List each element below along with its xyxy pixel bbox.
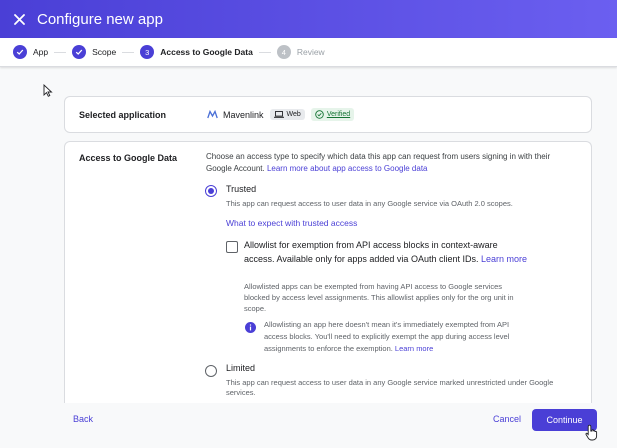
step-divider xyxy=(54,51,67,53)
allowlist-checkbox[interactable] xyxy=(226,241,238,253)
step-app[interactable]: App xyxy=(13,45,48,59)
header-bar: Configure new app xyxy=(0,0,617,38)
check-icon xyxy=(13,45,27,59)
trusted-label: Trusted xyxy=(226,184,257,194)
limited-description: This app can request access to user data… xyxy=(226,378,554,397)
step-label: Access to Google Data xyxy=(160,47,253,57)
close-button[interactable] xyxy=(10,10,28,28)
step-scope[interactable]: Scope xyxy=(72,45,116,59)
trusted-radio[interactable] xyxy=(205,185,217,197)
laptop-icon xyxy=(273,111,284,118)
app-window: Configure new app App Scope 3 Access to … xyxy=(0,0,617,448)
learn-more-link[interactable]: Learn more about app access to Google da… xyxy=(267,164,428,173)
limited-label: Limited xyxy=(226,363,256,373)
verified-chip[interactable]: Verified xyxy=(310,108,355,121)
step-number: 4 xyxy=(276,45,291,59)
hand-cursor-icon xyxy=(585,424,598,441)
trusted-access-link[interactable]: What to expect with trusted access xyxy=(226,218,357,228)
info-learn-more-link[interactable]: Learn more xyxy=(395,344,433,353)
allowlist-label: Allowlist for exemption from API access … xyxy=(244,240,528,264)
limited-radio[interactable] xyxy=(205,365,217,377)
page-title: Configure new app xyxy=(37,10,163,28)
step-review[interactable]: 4 Review xyxy=(276,45,325,59)
close-icon xyxy=(13,13,25,25)
step-access[interactable]: 3 Access to Google Data xyxy=(140,45,253,59)
step-number: 3 xyxy=(140,45,155,59)
allowlist-description: Allowlisted apps can be exempted from ha… xyxy=(244,282,514,313)
step-label: Review xyxy=(296,47,325,57)
access-description: Choose an access type to specify which d… xyxy=(206,152,551,173)
mavenlink-logo-icon xyxy=(207,110,218,119)
step-label: App xyxy=(33,47,49,57)
access-card: Access to Google Data Choose an access t… xyxy=(64,141,592,403)
section-label: Selected application xyxy=(79,110,167,120)
step-divider xyxy=(122,51,135,53)
app-name: Mavenlink xyxy=(223,109,264,120)
check-circle-icon xyxy=(315,110,324,119)
allowlist-learn-more-link[interactable]: Learn more xyxy=(481,254,527,264)
step-label: Scope xyxy=(92,47,117,57)
selected-application-card: Selected application Mavenlink Web Verif… xyxy=(64,96,592,133)
section-label: Access to Google Data xyxy=(79,153,178,163)
info-note: Allowlisting an app here doesn't mean it… xyxy=(264,320,510,353)
step-divider xyxy=(258,51,271,53)
arrow-cursor-icon xyxy=(43,84,53,97)
web-chip: Web xyxy=(269,109,305,120)
check-icon xyxy=(72,45,87,59)
trusted-description: This app can request access to user data… xyxy=(226,199,513,208)
info-icon xyxy=(245,322,256,333)
app-info: Mavenlink Web Verified xyxy=(207,108,355,121)
stepper: App Scope 3 Access to Google Data 4 Revi… xyxy=(0,38,617,67)
back-button[interactable]: Back xyxy=(73,414,93,424)
cancel-button[interactable]: Cancel xyxy=(493,414,521,424)
